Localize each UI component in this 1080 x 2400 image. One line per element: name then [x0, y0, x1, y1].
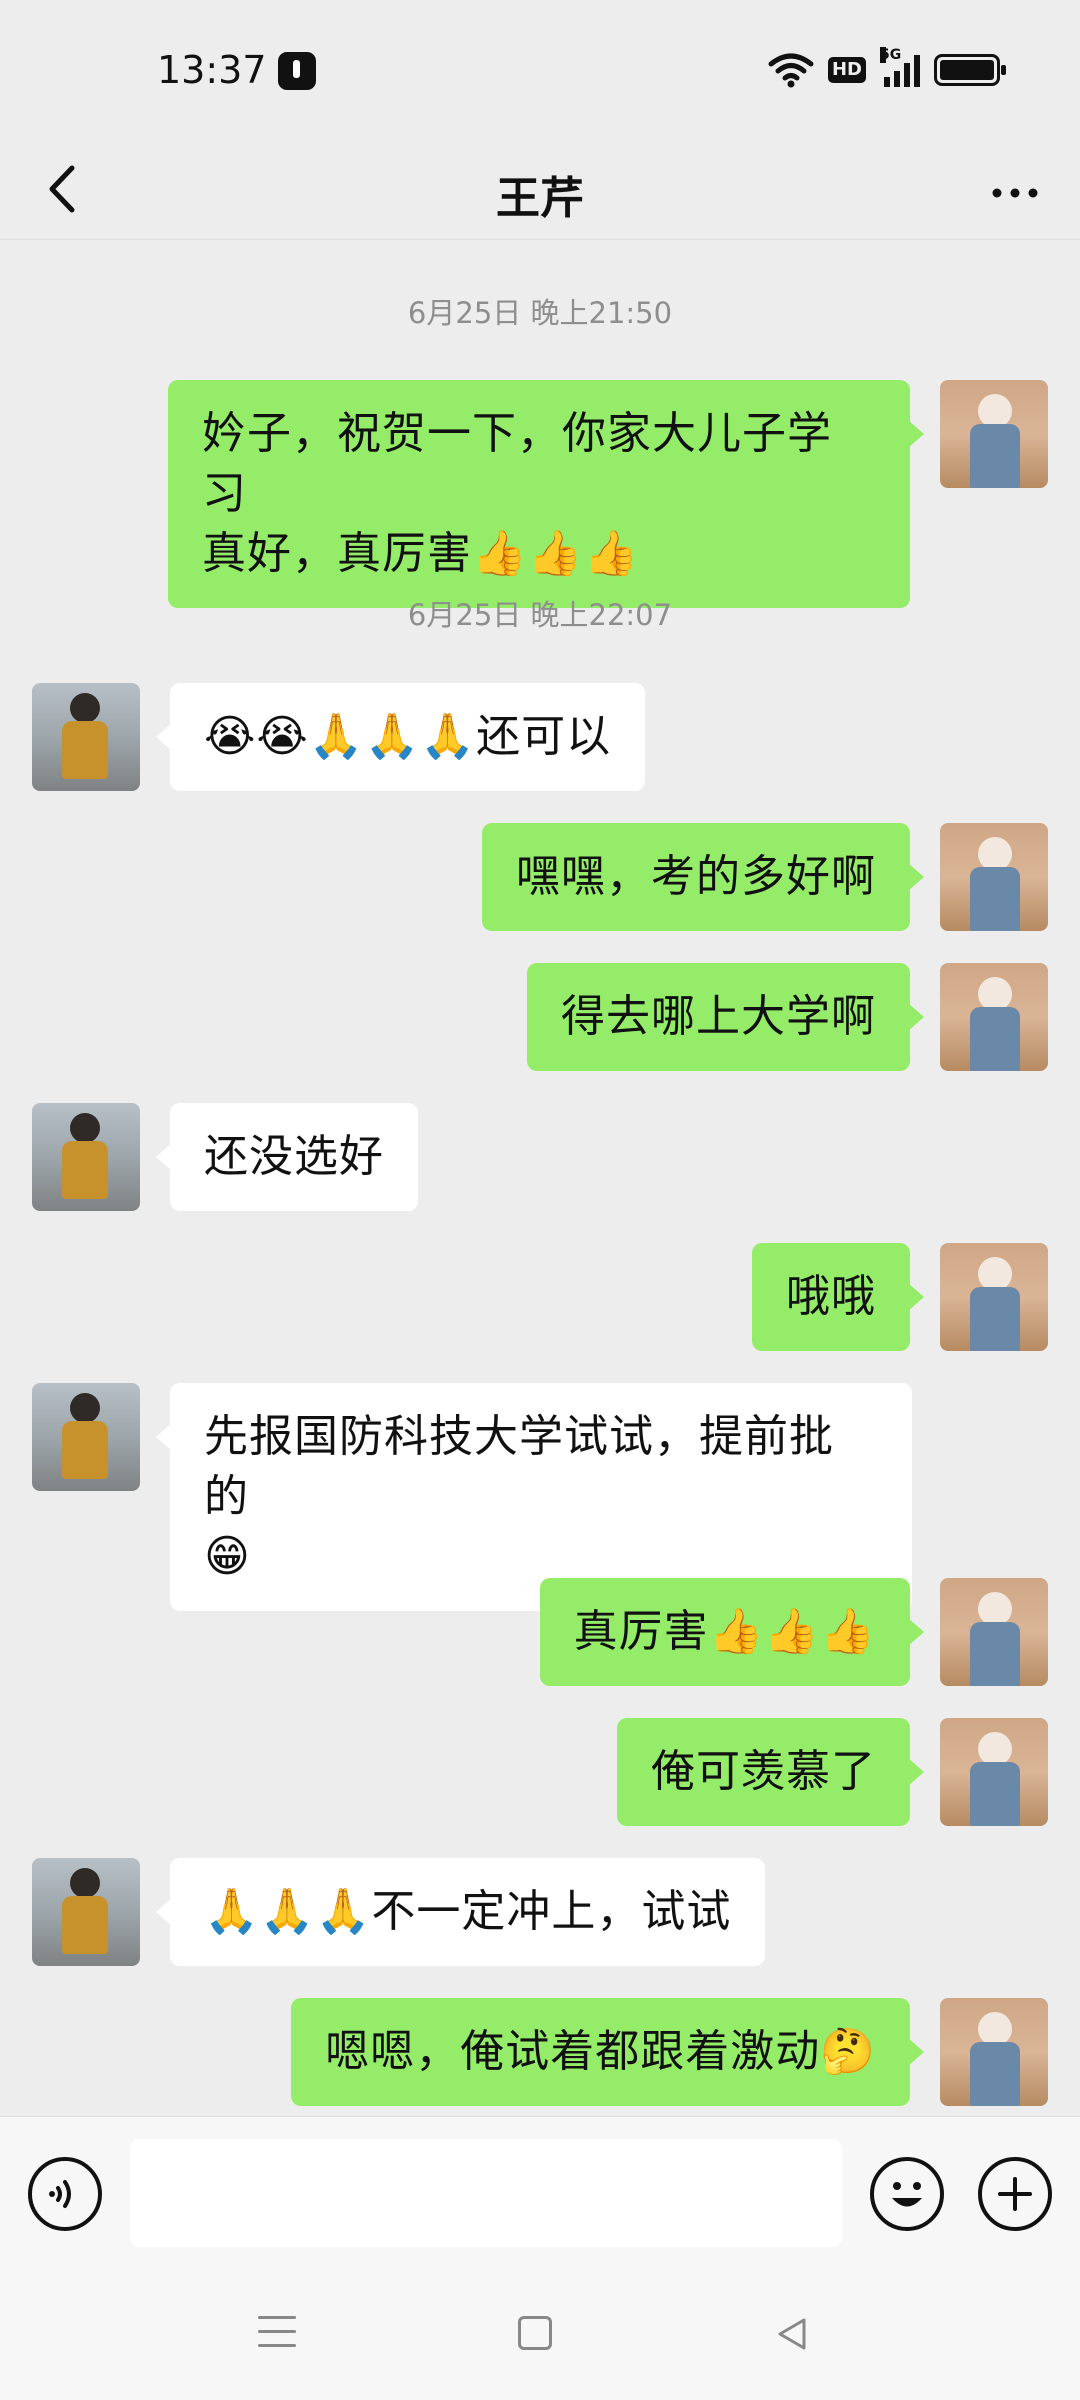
message-text: 🙏🙏🙏不一定冲上，试试	[204, 1886, 732, 1937]
avatar-contact[interactable]	[32, 683, 140, 791]
message-text: 😭😭🙏🙏🙏还可以	[204, 711, 612, 762]
plus-icon[interactable]	[978, 2157, 1052, 2231]
avatar-self[interactable]	[940, 1998, 1048, 2106]
avatar-self[interactable]	[940, 823, 1048, 931]
message-text-line2: 真好，真厉害👍👍👍	[202, 528, 640, 579]
message-text: 得去哪上大学啊	[561, 991, 876, 1042]
avatar-self[interactable]	[940, 963, 1048, 1071]
system-navigation-bar	[0, 2272, 1080, 2400]
message-text: 嗯嗯，俺试着都跟着激动🤔	[325, 2026, 876, 2077]
avatar-self[interactable]	[940, 380, 1048, 488]
message-bubble-outgoing[interactable]: 妗子，祝贺一下，你家大儿子学习 真好，真厉害👍👍👍	[168, 380, 924, 608]
message-text: 真厉害👍👍👍	[573, 1606, 876, 1657]
voice-icon[interactable]	[28, 2157, 102, 2231]
message-bubble-outgoing[interactable]: 得去哪上大学啊	[527, 963, 924, 1071]
message-bubble-incoming[interactable]: 先报国防科技大学试试，提前批的 😁	[156, 1383, 912, 1611]
nav-back-icon[interactable]	[772, 2314, 812, 2354]
message-bubble-outgoing[interactable]: 哦哦	[752, 1243, 924, 1351]
avatar-self[interactable]	[940, 1243, 1048, 1351]
chat-title: 王芹	[496, 173, 584, 224]
timestamp: 6月25日 晚上22:07	[407, 598, 673, 632]
message-bubble-outgoing[interactable]: 俺可羡慕了	[617, 1718, 924, 1826]
avatar-contact[interactable]	[32, 1103, 140, 1211]
message-bubble-incoming[interactable]: 🙏🙏🙏不一定冲上，试试	[155, 1858, 766, 1966]
battery-icon	[934, 54, 1006, 86]
message-text: 嘿嘿，考的多好啊	[516, 851, 876, 902]
avatar-self[interactable]	[940, 1578, 1048, 1686]
message-bubble-incoming[interactable]: 😭😭🙏🙏🙏还可以	[155, 683, 646, 791]
chat-header: 王芹	[0, 140, 1080, 240]
message-list[interactable]: 6月25日 晚上21:50 妗子，祝贺一下，你家大儿子学习 真好，真厉害👍👍👍 …	[0, 240, 1080, 2116]
status-icons: HD 5G	[768, 47, 1006, 92]
avatar-contact[interactable]	[32, 1383, 140, 1491]
message-text: 还没选好	[204, 1131, 384, 1182]
wifi-icon	[768, 53, 814, 88]
home-icon[interactable]	[518, 2316, 552, 2350]
tiktok-icon	[278, 52, 316, 90]
message-text: 妗子，祝贺一下，你家大儿子学习	[202, 408, 832, 519]
message-text: 哦哦	[786, 1271, 876, 1322]
message-input[interactable]	[130, 2139, 842, 2247]
status-bar: 13:37 HD 5G	[0, 0, 1080, 140]
avatar-contact[interactable]	[32, 1858, 140, 1966]
message-text: 先报国防科技大学试试，提前批的	[204, 1411, 834, 1522]
timestamp: 6月25日 晚上21:50	[407, 296, 673, 330]
signal-icon: 5G	[880, 47, 920, 87]
message-bubble-outgoing[interactable]: 真厉害👍👍👍	[539, 1578, 925, 1686]
message-bubble-outgoing[interactable]: 嘿嘿，考的多好啊	[482, 823, 924, 931]
more-dots-icon[interactable]	[980, 158, 1050, 228]
message-bubble-incoming[interactable]: 还没选好	[156, 1103, 418, 1211]
emoji-icon[interactable]	[870, 2157, 944, 2231]
status-time: 13:37	[157, 48, 267, 92]
network-type: 5G	[880, 47, 902, 63]
recent-apps-icon[interactable]	[258, 2316, 296, 2354]
message-text: 俺可羡慕了	[651, 1746, 876, 1797]
hd-badge: HD	[827, 57, 866, 83]
message-bubble-outgoing[interactable]: 嗯嗯，俺试着都跟着激动🤔	[291, 1998, 924, 2106]
input-bar	[0, 2116, 1080, 2272]
avatar-self[interactable]	[940, 1718, 1048, 1826]
